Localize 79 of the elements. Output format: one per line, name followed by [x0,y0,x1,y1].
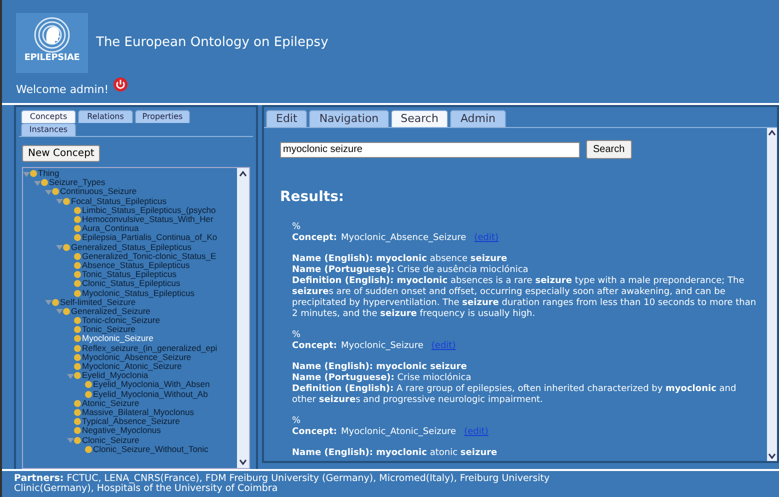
tree-item[interactable]: Self-limited_Seizure [60,298,136,307]
partners-text: Partners: FCTUC, LENA_CNRS(France), FDM Freiburg University (Germany), Micromed(Italy), Freiburg University Clinic(Germany), Hospitals of the University of Coimbra [14,474,551,494]
tree-item[interactable]: Generalized_Seizure [71,306,150,316]
tree-item[interactable]: Generalized_Tonic-clonic_Status_E [82,252,216,261]
tree-item[interactable]: Eyelid_Myoclonia_Without_Ab [93,390,208,399]
expand-triangle-icon[interactable] [23,170,30,177]
scroll-up-icon[interactable] [238,169,248,179]
tab[interactable]: Relations [78,110,133,123]
tree-item[interactable]: Myoclonic_Status_Epilepticus [82,288,194,298]
site-title: The European Ontology on Epilepsy [96,34,328,52]
results-heading: Results: [280,188,345,207]
expand-triangle-icon[interactable] [34,180,41,186]
scrollbar[interactable] [767,128,777,461]
search-button[interactable]: Search [586,140,632,159]
tree-item[interactable]: Reflex_seizure_(in_generalized_epi [82,344,218,353]
concept-name: Myoclonic_Seizure [340,341,424,352]
tree-item[interactable]: Typical_Absence_Seizure [82,417,180,426]
tree-item[interactable]: Clonic_Seizure_Without_Tonic [93,444,208,454]
tree-item[interactable]: Massive_Bilateral_Myoclonus [82,408,194,417]
tree-item[interactable]: Clonic_Status_Epilepticus [82,279,180,288]
tree-item[interactable]: Hemoconvulsive_Status_With_Her [82,215,214,224]
expand-triangle-icon[interactable] [45,188,52,195]
tree-item[interactable]: Negative_Myoclonus [82,426,161,436]
power-icon[interactable] [112,77,128,92]
tree-item[interactable]: Continuous_Seizure [60,187,137,196]
concept-label: Concept: [292,427,337,438]
search-field[interactable]: myoclonic seizure [280,142,580,158]
expand-triangle-icon[interactable] [56,244,63,250]
tree-item[interactable]: Myoclonic_Atonic_Seizure [82,362,182,372]
expand-triangle-icon[interactable] [67,437,74,444]
new-concept-button[interactable]: New Concept [22,145,100,162]
scroll-down-icon[interactable] [767,451,777,461]
result-field: Name (Portuguese): Crise de ausência mioclónica [292,265,761,276]
scrollbar[interactable] [237,168,249,468]
expand-triangle-icon[interactable] [45,299,52,306]
result-field: Definition (English): myoclonic absences is a rare seizure type with a male preponderance; The seizures are of sudden onset and offset, occurring especially soon after awakening, and can be precipitated by hyperventilation. The seizure duration ranges from less than 10 seconds to more than 2 minutes, and the seizure frequency is usually high. [292,276,761,320]
expand-triangle-icon[interactable] [67,372,74,379]
result-field: Definition (English): A rare group of epilepsies, often inherited characterized by myoclonic and other seizures and progressive neurologic impairment. [292,384,761,406]
tab[interactable]: Edit [266,110,308,127]
result-field: Name (English): myoclonic atonic seizure [292,448,761,459]
concept-label: Concept: [292,233,337,244]
result-marker: % [292,416,302,427]
tab[interactable]: Search [390,110,448,127]
expand-triangle-icon[interactable] [56,198,63,204]
scroll-up-icon[interactable] [767,128,777,138]
tab[interactable]: Navigation [309,110,389,127]
tree-item[interactable]: Thing [38,169,60,178]
tab[interactable]: Instances [21,123,76,136]
result-field: Name (English): myoclonic absence seizure [292,254,761,265]
tree-item[interactable]: Tonic_Seizure [82,325,136,334]
tab[interactable]: Properties [135,110,190,123]
result-field: Name (English): myoclonic seizure [292,362,761,373]
result-marker: % [292,222,302,233]
tree-item[interactable]: Myoclonic_Seizure [82,334,154,344]
tree-item[interactable]: Aura_Continua [82,224,139,234]
tree-item[interactable]: Absence_Status_Epilepticus [82,260,190,270]
tree-item[interactable]: Eyelid_Myoclonia_With_Absen [93,380,210,390]
tab[interactable]: Admin [450,110,506,127]
tree-item[interactable]: Atonic_Seizure [82,398,140,408]
tree-item[interactable]: Epilepsia_Partialis_Continua_of_Ko [82,233,218,242]
tree-item[interactable]: Clonic_Seizure [82,436,140,445]
tree-item[interactable]: Limbic_Status_Epilepticus_(psycho [82,206,216,215]
logo-text: EPILEPSIAE [24,52,80,64]
result-field: Name (Portuguese): Crise mioclónica [292,373,761,384]
tree-item[interactable]: Generalized_Status_Epilepticus [71,242,192,252]
result-marker: % [292,330,302,341]
tree-item[interactable]: Myoclonic_Absence_Seizure [82,352,192,362]
tree-item[interactable]: Focal_Status_Epilepticus [71,196,166,206]
concept-name: Myoclonic_Absence_Seizure [340,233,466,244]
tree-item[interactable]: Seizure_Types [49,178,106,188]
tree-item[interactable]: Tonic_Status_Epilepticus [82,270,177,280]
welcome-text: Welcome admin! [16,82,109,98]
tree-item[interactable]: Tonic-clonic_Seizure [82,316,160,326]
scroll-down-icon[interactable] [238,457,248,467]
concept-name: Myoclonic_Atonic_Seizure [340,427,456,438]
concept-label: Concept: [292,341,337,352]
tree-item[interactable]: Eyelid_Myoclonia [82,371,148,380]
expand-triangle-icon[interactable] [56,308,63,314]
tab[interactable]: Concepts [21,110,76,123]
